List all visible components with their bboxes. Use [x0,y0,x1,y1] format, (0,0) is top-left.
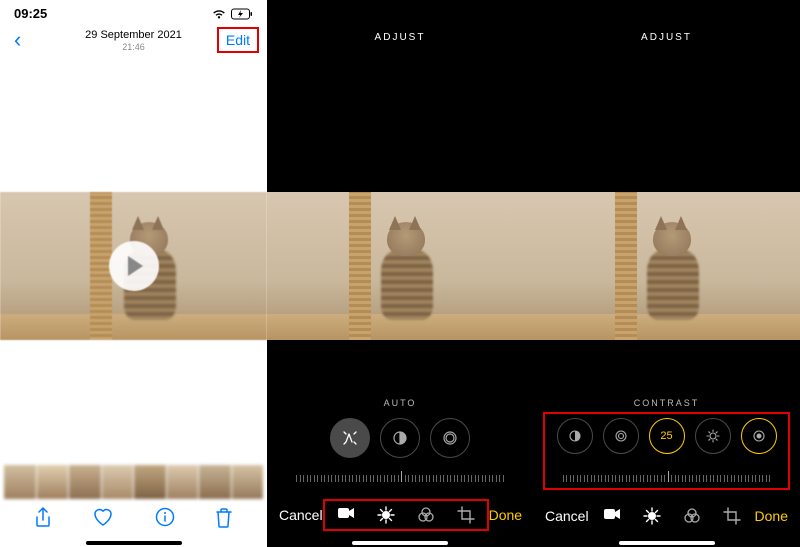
video-preview[interactable] [267,192,533,340]
photos-detail-screen: 09:25 ‹ 29 September 2021 21:46 Edit [0,0,267,547]
edit-button[interactable]: Edit [217,27,259,53]
editor-toolbar: Cancel Done [533,501,800,531]
status-right [211,8,253,20]
edit-adjust-contrast-screen: ADJUST CONTRAST 25 Cancel [533,0,800,547]
back-button[interactable]: ‹ [8,27,27,53]
home-indicator[interactable] [352,541,448,545]
crop-tab-icon[interactable] [723,507,741,525]
home-indicator[interactable] [86,541,182,545]
thumbnail[interactable] [4,465,36,499]
black-point-dial[interactable] [741,418,777,454]
exposure-dial[interactable] [557,418,593,454]
delete-button[interactable] [215,507,233,529]
video-preview[interactable] [533,192,800,340]
nav-date: 29 September 2021 [85,29,182,41]
mode-label: CONTRAST [533,398,800,408]
video-preview[interactable] [0,192,267,340]
video-tab-icon[interactable] [337,506,355,524]
brilliance-dial[interactable] [430,418,470,458]
share-button[interactable] [34,507,52,529]
contrast-value: 25 [660,430,672,442]
adjust-tab-icon[interactable] [377,506,395,524]
adjust-header: ADJUST [267,32,533,43]
nav-time: 21:46 [85,42,182,52]
filters-tab-icon[interactable] [417,506,435,524]
nav-title: 29 September 2021 21:46 [85,29,182,52]
info-button[interactable] [155,507,175,529]
mode-label: AUTO [267,398,533,408]
thumbnail[interactable] [69,465,101,499]
crop-tab-icon[interactable] [457,506,475,524]
thumbnail[interactable] [167,465,199,499]
thumbnail[interactable] [232,465,264,499]
home-indicator[interactable] [619,541,715,545]
auto-dial[interactable] [330,418,370,458]
bottom-toolbar [0,499,267,537]
thumbnail[interactable] [37,465,69,499]
battery-charging-icon [231,8,253,20]
done-button[interactable]: Done [755,508,788,524]
done-button[interactable]: Done [489,507,522,523]
edit-adjust-auto-screen: ADJUST AUTO Cancel Done [267,0,533,547]
contrast-dial[interactable]: 25 [649,418,685,454]
adjust-tab-icon[interactable] [643,507,661,525]
adjustment-dials: 25 [533,418,800,454]
editor-tool-tabs [591,501,753,531]
nav-bar: ‹ 29 September 2021 21:46 Edit [0,23,267,59]
editor-tool-tabs [323,499,489,531]
status-bar: 09:25 [0,0,267,23]
editor-toolbar: Cancel Done [267,499,533,531]
brightness-dial[interactable] [695,418,731,454]
cancel-button[interactable]: Cancel [279,507,323,523]
filters-tab-icon[interactable] [683,507,701,525]
status-time: 09:25 [14,6,47,21]
brilliance-dial[interactable] [603,418,639,454]
thumbnail[interactable] [102,465,134,499]
thumbnail[interactable] [199,465,231,499]
play-icon [128,256,143,276]
cancel-button[interactable]: Cancel [545,508,589,524]
play-button[interactable] [109,241,159,291]
exposure-dial[interactable] [380,418,420,458]
value-slider[interactable] [547,468,786,482]
favorite-button[interactable] [92,507,114,529]
adjust-header: ADJUST [533,32,800,43]
thumbnail-strip[interactable] [4,465,263,499]
video-tab-icon[interactable] [603,507,621,525]
value-slider[interactable] [281,468,519,482]
adjustment-dials [267,418,533,458]
wifi-icon [211,8,227,20]
thumbnail[interactable] [134,465,166,499]
